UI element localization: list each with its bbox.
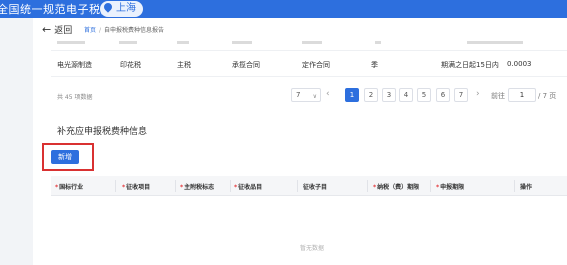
column-header-label: 纳税（费）期限	[377, 184, 420, 191]
region-badge[interactable]: 上海	[100, 1, 143, 17]
left-gutter	[0, 18, 33, 265]
column-separator	[230, 180, 231, 192]
back-button[interactable]: ← 返回	[42, 23, 72, 36]
required-marker: *	[234, 184, 238, 191]
column-header-label: 征收项目	[126, 184, 151, 191]
breadcrumb-separator: /	[99, 27, 102, 34]
back-label: 返回	[54, 26, 73, 36]
cell-tax-item: 印花税	[120, 61, 141, 69]
required-marker: *	[122, 184, 126, 191]
column-header-label: 主附税标志	[184, 184, 215, 191]
column-header: *征收品目	[234, 182, 262, 191]
cell-collection-item: 承揽合同	[232, 61, 260, 69]
column-header: *国标行业	[55, 182, 83, 191]
back-arrow-icon: ←	[42, 23, 52, 36]
region-label: 上海	[116, 3, 136, 14]
breadcrumb-home[interactable]: 首页	[84, 27, 96, 34]
column-header: *申报期限	[436, 182, 464, 191]
required-marker: *	[373, 184, 377, 191]
jump-label: 前往	[491, 92, 505, 100]
row-divider	[51, 76, 567, 77]
page-button-6[interactable]: 6	[436, 88, 450, 102]
top-bar: 全国统一规范电子税务局 上海	[0, 0, 567, 18]
column-header-label: 征收子目	[303, 184, 328, 191]
column-header: 征收子目	[303, 182, 327, 191]
column-separator	[514, 180, 515, 192]
required-marker: *	[436, 184, 440, 191]
breadcrumb-current: 自申报税费种信息报告	[104, 27, 165, 34]
required-marker: *	[180, 184, 184, 191]
column-header-label: 国标行业	[59, 184, 84, 191]
page-button-3[interactable]: 3	[382, 88, 396, 102]
page-button-4[interactable]: 4	[399, 88, 413, 102]
page-size-select[interactable]: 7 ∨	[291, 88, 321, 102]
chevron-down-icon: ∨	[312, 93, 317, 100]
cell-industry: 电光源制造	[57, 61, 92, 69]
page-button-5[interactable]: 5	[417, 88, 431, 102]
jump-page-input[interactable]: 1	[508, 88, 536, 102]
content-panel	[33, 18, 567, 265]
column-separator	[115, 180, 116, 192]
page-size-value: 7	[296, 91, 301, 99]
add-button[interactable]: 新增	[51, 150, 79, 164]
empty-state: 暂无数据	[300, 245, 325, 252]
column-header: *主附税标志	[180, 182, 214, 191]
scrolled-row-fragment	[57, 41, 537, 47]
column-header: *纳税（费）期限	[373, 182, 419, 191]
location-pin-icon	[102, 1, 114, 13]
required-marker: *	[55, 184, 59, 191]
cell-rate: 0.0003	[507, 60, 532, 68]
breadcrumb: 首页 / 自申报税费种信息报告	[84, 25, 164, 34]
column-header: 操作	[520, 182, 532, 191]
column-separator	[430, 180, 431, 192]
column-separator	[175, 180, 176, 192]
page-button-2[interactable]: 2	[364, 88, 378, 102]
column-separator	[367, 180, 368, 192]
cell-collection-subitem: 定作合同	[302, 61, 330, 69]
jump-total-pages: / 7 页	[538, 92, 557, 100]
column-header-label: 操作	[520, 184, 533, 191]
cell-main-flag: 主税	[177, 61, 191, 69]
next-page-icon[interactable]: ›	[476, 89, 480, 99]
total-count: 共 45 项数据	[57, 94, 93, 101]
column-separator	[297, 180, 298, 192]
cell-period: 季	[371, 61, 378, 69]
prev-page-icon[interactable]: ‹	[326, 89, 330, 99]
column-header-label: 申报期限	[440, 184, 465, 191]
cell-deadline: 期满之日起15日内	[441, 61, 499, 69]
page-button-1[interactable]: 1	[345, 88, 359, 102]
row-divider	[51, 50, 567, 51]
column-header: *征收项目	[122, 182, 150, 191]
section-title: 补充应申报税费种信息	[57, 127, 148, 137]
page-button-7[interactable]: 7	[454, 88, 468, 102]
column-header-label: 征收品目	[238, 184, 263, 191]
